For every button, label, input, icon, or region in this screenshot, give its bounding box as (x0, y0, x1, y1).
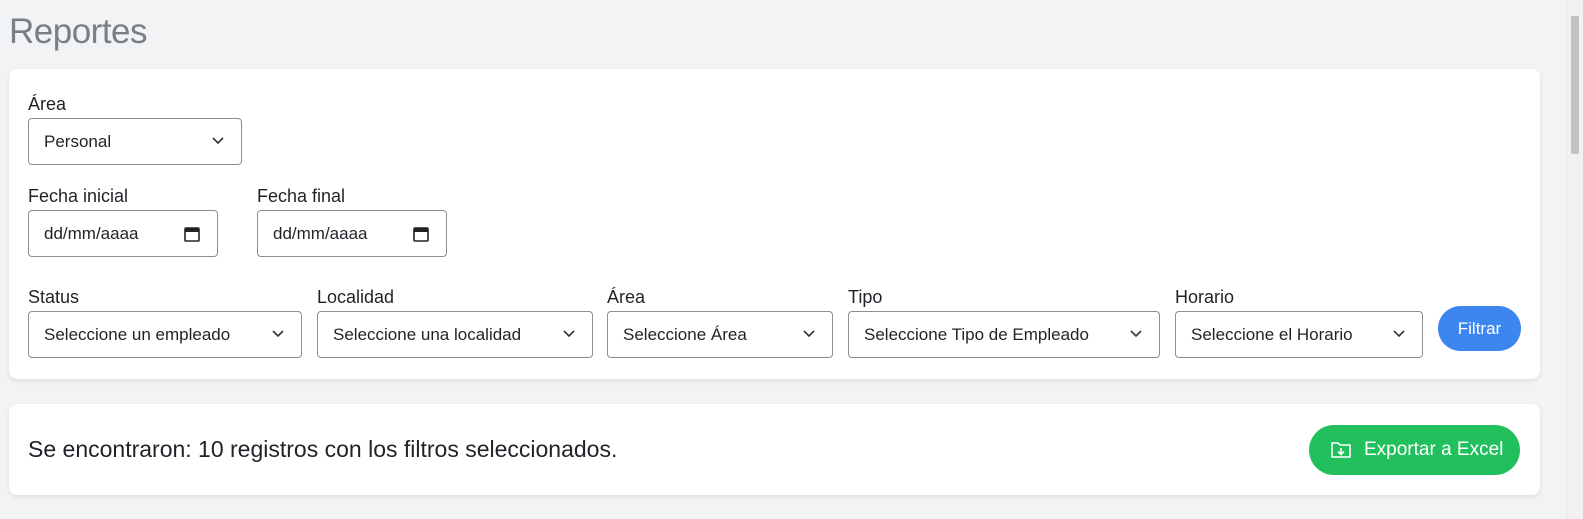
export-excel-label: Exportar a Excel (1364, 439, 1504, 460)
status-select-value: Seleccione un empleado (44, 325, 231, 344)
area-label: Área (607, 287, 646, 307)
localidad-select[interactable]: Seleccione una localidad (317, 311, 593, 358)
area-select-value: Seleccione Área (623, 325, 747, 344)
chevron-down-icon (1130, 330, 1142, 338)
results-summary: Se encontraron: 10 registros con los fil… (28, 436, 618, 462)
chevron-down-icon (1393, 330, 1405, 338)
fecha-final-input[interactable]: dd/mm/aaaa (257, 210, 447, 257)
fecha-inicial-value: dd/mm/aaaa (44, 224, 139, 243)
folder-download-icon (1331, 442, 1351, 458)
horario-select-value: Seleccione el Horario (1191, 325, 1353, 344)
calendar-icon[interactable] (412, 225, 430, 243)
area-top-select-value: Personal (44, 132, 112, 151)
area-top-label: Área (28, 94, 67, 114)
fecha-final-label: Fecha final (257, 186, 346, 206)
tipo-select[interactable]: Seleccione Tipo de Empleado (848, 311, 1160, 358)
chevron-down-icon (272, 330, 284, 338)
chevron-down-icon (563, 330, 575, 338)
tipo-label: Tipo (848, 287, 883, 307)
localidad-select-value: Seleccione una localidad (333, 325, 522, 344)
filter-card: Área Personal Fecha inicial dd/mm/aaaa F… (9, 69, 1540, 379)
horario-label: Horario (1175, 287, 1235, 307)
fecha-inicial-input[interactable]: dd/mm/aaaa (28, 210, 218, 257)
vertical-scrollbar[interactable] (1566, 0, 1583, 519)
page-title: Reportes (9, 12, 148, 51)
chevron-down-icon (803, 330, 815, 338)
localidad-label: Localidad (317, 287, 395, 307)
area-top-select[interactable]: Personal (28, 118, 242, 165)
scrollbar-thumb[interactable] (1571, 16, 1579, 154)
calendar-icon[interactable] (183, 225, 201, 243)
status-label: Status (28, 287, 80, 307)
horario-select[interactable]: Seleccione el Horario (1175, 311, 1423, 358)
fecha-final-value: dd/mm/aaaa (273, 224, 368, 243)
export-excel-button[interactable]: Exportar a Excel (1309, 425, 1520, 475)
status-select[interactable]: Seleccione un empleado (28, 311, 302, 358)
filter-button[interactable]: Filtrar (1438, 306, 1521, 351)
chevron-down-icon (212, 137, 224, 145)
tipo-select-value: Seleccione Tipo de Empleado (864, 325, 1089, 344)
fecha-inicial-label: Fecha inicial (28, 186, 129, 206)
area-select[interactable]: Seleccione Área (607, 311, 833, 358)
results-card: Se encontraron: 10 registros con los fil… (9, 404, 1540, 495)
